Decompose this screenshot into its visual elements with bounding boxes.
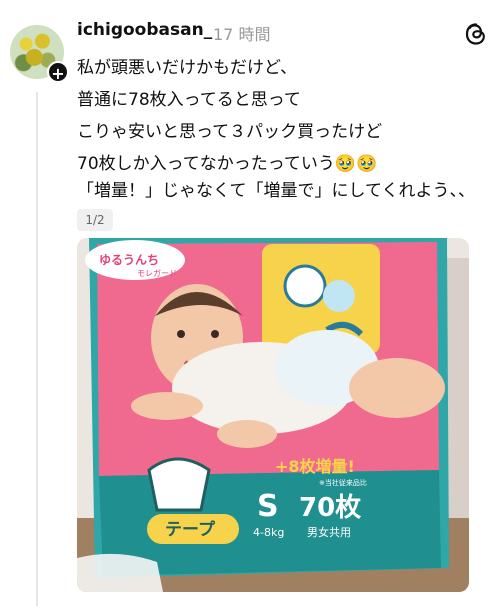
carousel-page-indicator: 1/2 (77, 209, 113, 231)
post-line: 私が頭悪いだけかもだけど、 (77, 58, 298, 78)
post-line: 普通に78枚入ってると思って (77, 90, 301, 110)
threads-logo-icon[interactable] (464, 22, 488, 46)
post-body: 私が頭悪いだけかもだけど、 普通に78枚入ってると思って こりゃ安いと思って３パ… (77, 52, 487, 180)
package-weight: 4-8kg (253, 526, 284, 539)
package-badge: ゆるうんち (99, 253, 159, 267)
package-bonus-note: ※当社従来品比 (319, 478, 367, 487)
timestamp: 17 時間 (213, 25, 271, 44)
post-line: こりゃ安いと思って３パック買ったけど (77, 122, 383, 142)
package-count: 70枚 (299, 493, 361, 523)
package-type-label: テープ (165, 519, 216, 540)
package-unisex: 男女共用 (307, 525, 351, 539)
package-badge-sub: モレガード (137, 268, 177, 278)
thread-line (36, 92, 38, 606)
package-size: S (257, 489, 279, 524)
package-bonus: +8枚増量! (275, 457, 355, 476)
post-line-secondary: 「増量！」じゃなくて「増量で」にしてくれよう、、 (77, 181, 475, 201)
diaper-package-illustration: ゆるうんち モレガード テープ +8枚増量! ※当社従来品比 S 70枚 4-8… (77, 238, 469, 592)
username[interactable]: ichigoobasan_ (77, 20, 212, 40)
follow-plus-icon[interactable]: + (47, 61, 69, 83)
post-photo[interactable]: ゆるうんち モレガード テープ +8枚増量! ※当社従来品比 S 70枚 4-8… (77, 238, 469, 592)
